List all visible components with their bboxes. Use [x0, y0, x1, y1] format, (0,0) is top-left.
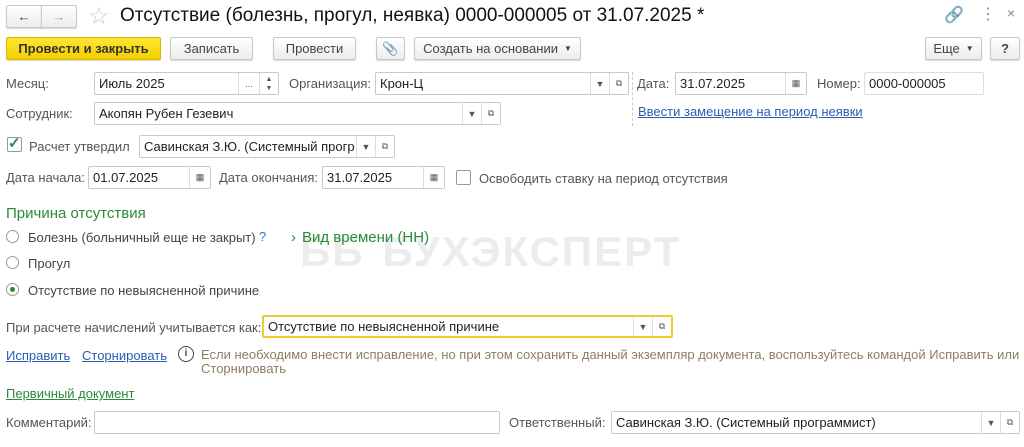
calendar-icon[interactable]: ▦ [423, 167, 444, 188]
organization-label: Организация: [289, 76, 372, 91]
open-icon[interactable]: ⧉ [1000, 412, 1019, 433]
approved-checkbox[interactable]: ✓ [7, 136, 22, 152]
primary-document-link[interactable]: Первичный документ [6, 386, 134, 401]
calendar-icon[interactable]: ▦ [785, 73, 806, 94]
reason-label: Прогул [28, 256, 71, 271]
responsible-label: Ответственный: [509, 415, 606, 430]
post-button[interactable]: Провести [273, 37, 356, 60]
calc-field[interactable]: Отсутствие по невыясненной причине ▼ ⧉ [262, 315, 673, 338]
approved-label: Расчет утвердил [29, 139, 130, 154]
open-icon[interactable]: ⧉ [609, 73, 628, 94]
reason-label: Болезнь (больничный еще не закрыт) [28, 230, 256, 245]
dropdown-icon[interactable]: ▼ [633, 317, 652, 336]
open-icon[interactable]: ⧉ [481, 103, 500, 124]
employee-field[interactable]: Акопян Рубен Гезевич ▼ ⧉ [94, 102, 501, 125]
responsible-field[interactable]: Савинская З.Ю. (Системный программист) ▼ ⧉ [611, 411, 1020, 434]
start-date-label: Дата начала: [6, 170, 85, 185]
forward-button[interactable]: → [41, 5, 77, 28]
favorite-star-icon[interactable]: ☆ [88, 2, 110, 31]
month-field[interactable]: Июль 2025... ▲ ▼ [94, 72, 279, 95]
comment-field[interactable] [94, 411, 500, 434]
organization-field[interactable]: Крон-Ц ▼ ⧉ [375, 72, 629, 95]
approved-by-field[interactable]: Савинская З.Ю. (Системный прогр ▼ ⧉ [139, 135, 395, 158]
month-spinner[interactable]: ▲ ▼ [259, 73, 278, 94]
attach-button[interactable]: 📎 [376, 37, 405, 60]
help-icon[interactable]: ? [259, 229, 266, 244]
start-date-field[interactable]: 01.07.2025 ▦ [88, 166, 211, 189]
open-icon[interactable]: ⧉ [375, 136, 394, 157]
save-button[interactable]: Записать [170, 37, 253, 60]
post-and-close-button[interactable]: Провести и закрыть [6, 37, 161, 60]
month-label: Месяц: [6, 76, 49, 91]
paperclip-icon: 📎 [382, 40, 399, 56]
chevron-down-icon: ▼ [563, 44, 572, 53]
dropdown-icon[interactable]: ▼ [356, 136, 375, 157]
replacement-link[interactable]: Ввести замещение на период неявки [638, 104, 863, 119]
info-icon: i [178, 346, 194, 362]
reason-radio-unexplained[interactable] [6, 283, 19, 296]
info-text: Если необходимо внести исправление, но п… [201, 347, 1020, 376]
dropdown-icon[interactable]: ▼ [462, 103, 481, 124]
employee-label: Сотрудник: [6, 106, 73, 121]
number-field[interactable]: 0000-000005 [864, 72, 984, 95]
more-button[interactable]: Еще ▼ [925, 37, 982, 60]
number-label: Номер: [817, 76, 861, 91]
date-field[interactable]: 31.07.2025 ▦ [675, 72, 807, 95]
chevron-right-icon: › [291, 229, 296, 246]
comment-label: Комментарий: [6, 415, 92, 430]
date-label: Дата: [637, 76, 670, 91]
dropdown-icon[interactable]: ▼ [590, 73, 609, 94]
calendar-icon[interactable]: ▦ [189, 167, 210, 188]
back-button[interactable]: ← [6, 5, 42, 28]
end-date-field[interactable]: 31.07.2025 ▦ [322, 166, 445, 189]
window-title: Отсутствие (болезнь, прогул, неявка) 000… [120, 5, 705, 26]
create-based-on-button[interactable]: Создать на основании ▼ [414, 37, 581, 60]
more-actions-icon[interactable]: ⋮ [980, 4, 996, 24]
dropdown-icon[interactable]: ▼ [981, 412, 1000, 433]
reason-radio-truancy[interactable] [6, 256, 19, 269]
reason-label: Отсутствие по невыясненной причине [28, 283, 260, 298]
chevron-down-icon: ▼ [965, 44, 974, 53]
link-icon[interactable]: 🔗 [944, 5, 964, 25]
free-rate-label: Освободить ставку на период отсутствия [479, 171, 728, 186]
divider [632, 72, 633, 126]
close-icon[interactable]: × [1007, 5, 1015, 21]
time-kind-toggle[interactable]: › Вид времени (НН) [291, 229, 429, 246]
end-date-label: Дата окончания: [219, 170, 318, 185]
calc-label: При расчете начислений учитывается как: [6, 320, 262, 335]
help-button[interactable]: ? [990, 37, 1020, 60]
fix-link[interactable]: Исправить [6, 348, 70, 363]
select-button[interactable]: ... [238, 73, 259, 94]
storno-link[interactable]: Сторнировать [82, 348, 167, 363]
reason-section-title: Причина отсутствия [6, 205, 146, 222]
free-rate-checkbox[interactable] [456, 170, 471, 185]
reason-radio-sickness[interactable] [6, 230, 19, 243]
open-icon[interactable]: ⧉ [652, 317, 671, 336]
